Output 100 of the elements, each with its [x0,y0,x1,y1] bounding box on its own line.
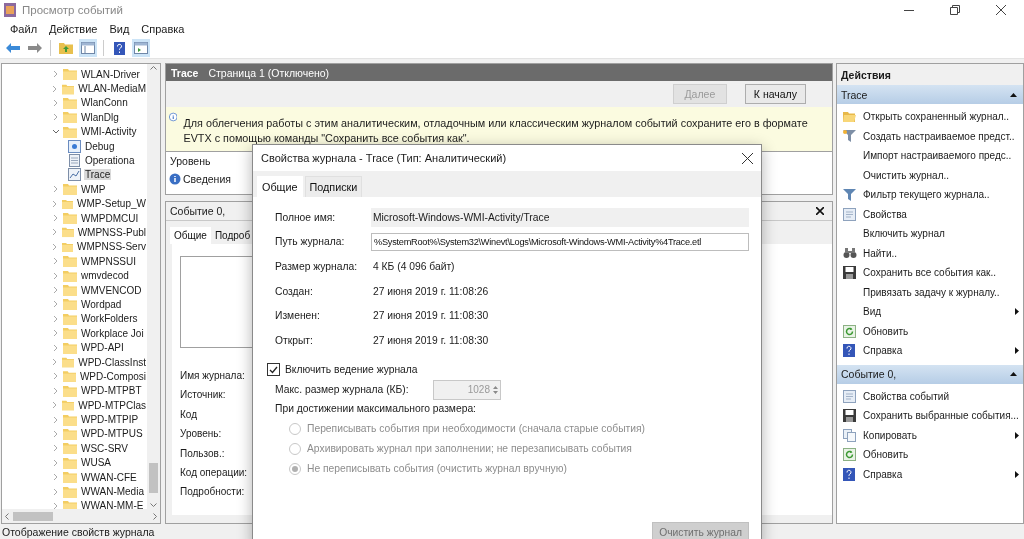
property-value: 4 КБ (4 096 байт) [372,261,455,272]
action-item[interactable]: Сохранить все события как.. [837,263,1023,283]
nav-button[interactable]: К началу [744,84,806,104]
tab[interactable]: Подроб [210,227,255,244]
minimize-icon[interactable] [904,9,914,11]
collapse-icon[interactable] [1010,92,1017,97]
folder-icon [63,255,77,268]
action-item[interactable]: Привязать задачу к журналу.. [837,282,1023,302]
tree-item[interactable]: WorkFolders [80,313,139,325]
scroll-right-icon[interactable] [153,512,157,520]
action-item[interactable]: Вид [837,302,1023,322]
log-icon [68,168,81,182]
path-field[interactable]: %SystemRoot%\System32\Winevt\Logs\Microsoft-Windows-WMI-Activity%4Trace.etl [371,232,749,251]
tree-item[interactable]: WMP-Setup_W [76,198,147,210]
action-item[interactable]: Импорт настраиваемого предс.. [837,146,1023,166]
tree-item[interactable]: WMPNSSUI [80,255,137,267]
folder-icon [63,384,77,397]
tree-item[interactable]: WPD-MTPIP [80,414,140,426]
tree-item[interactable]: WLAN-Driver [80,68,141,80]
scroll-thumb[interactable] [149,463,158,493]
tree-item[interactable]: WSC-SRV [80,442,130,454]
folder-icon [63,125,77,138]
tree-item[interactable]: wmvdecod [80,270,130,282]
tab[interactable]: Подписки [304,176,363,197]
tree-item[interactable]: WPD-MTPUS [80,428,144,440]
tree-item[interactable]: WMPNSS-Serv [76,241,147,253]
tree-item[interactable]: WWAN-Media [80,486,145,497]
action-item[interactable]: Обновить [837,445,1023,465]
section-title: Событие 0, [841,368,897,380]
property-label: Путь журнала: [274,236,346,248]
action-item[interactable]: Включить журнал [837,224,1023,244]
action-pane-button[interactable] [132,39,150,57]
close-icon[interactable] [996,5,1006,15]
action-item[interactable]: Копировать [837,425,1023,445]
help-icon [843,344,855,358]
folder-icon [62,356,75,368]
action-item[interactable]: Найти.. [837,243,1023,263]
field-label: Имя журнала: [180,370,245,383]
collapse-icon[interactable] [1010,372,1017,376]
tree-item[interactable]: WMVENCOD [80,284,143,296]
tree-item[interactable]: WPD-Composi [78,370,147,382]
scroll-thumb[interactable] [13,511,53,521]
tree-item[interactable]: WMP [80,183,107,195]
scrollbar[interactable] [147,64,160,509]
menu-item[interactable]: Справка [135,23,191,35]
action-item[interactable]: Сохранить выбранные события... [837,406,1023,426]
tab[interactable]: Общие [170,227,211,244]
checkbox-label: Включить ведение журнала [285,364,418,376]
scroll-up-icon[interactable] [150,66,157,70]
section-header[interactable]: Событие 0, [837,364,1023,384]
action-item[interactable]: Обновить [837,321,1023,341]
tree-item[interactable]: Operationa [84,155,136,167]
field-label: Источник: [180,389,226,403]
action-item[interactable]: Фильтр текущего журнала.. [837,185,1023,205]
folder-icon [63,485,77,498]
folder-icon [63,68,77,81]
close-button[interactable] [816,205,824,217]
column-header[interactable]: Уровень [170,155,211,167]
close-icon[interactable] [742,152,753,164]
checkbox[interactable] [267,363,280,377]
menu-item[interactable]: Действие [43,23,104,35]
chevron-down-icon[interactable] [52,128,60,135]
action-item[interactable]: Очистить журнал.. [837,165,1023,185]
tree-item[interactable]: WPD-API [80,342,125,354]
tree-item[interactable]: WlanConn [80,97,129,109]
actions-title: Действия [837,64,1023,85]
tree-item[interactable]: WWAN-MM-E [80,500,145,509]
scroll-down-icon[interactable] [150,503,157,507]
action-item[interactable]: Открыть сохраненный журнал.. [837,107,1023,127]
restore-icon[interactable] [950,5,960,15]
action-item[interactable]: Свойства [837,204,1023,224]
tree-item[interactable]: WWAN-CFE [80,471,138,483]
tree-item[interactable]: WMPDMCUI [80,212,140,224]
property-label: Полное имя: [274,211,337,223]
scroll-left-icon[interactable] [5,512,9,520]
scrollbar[interactable] [2,509,160,523]
tree-item[interactable]: WLAN-MediaM [77,83,147,95]
menu-item[interactable]: Файл [4,23,44,35]
tree-item[interactable]: Wordpad [80,298,123,310]
action-item[interactable]: Свойства событий [837,386,1023,406]
section-header[interactable]: Trace [837,85,1023,104]
tree-item[interactable]: Workplace Joi [80,327,145,339]
tree-item[interactable]: WPD-MTPClas [77,399,147,411]
console-tree-button[interactable] [79,39,97,57]
tree-item[interactable]: Trace [84,169,112,181]
action-item[interactable]: Создать настраиваемое предст.. [837,126,1023,146]
tree-item[interactable]: WMI-Activity [80,126,138,138]
tab[interactable]: Общие [257,176,303,197]
tree-item[interactable]: WMPNSS-Publ [76,227,147,238]
save-icon [843,266,856,280]
tree-item[interactable]: Debug [84,140,116,152]
tree-item[interactable]: WlanDlg [80,111,120,123]
tree-item[interactable]: WPD-ClassInst [77,356,147,368]
menu-item[interactable]: Вид [103,23,136,35]
property-label: Создан: [274,285,314,297]
action-item[interactable]: Справка [837,341,1023,361]
tree-item[interactable]: WUSA [80,457,112,469]
tree-item[interactable]: WPD-MTPBT [80,385,143,397]
action-item[interactable]: Справка [837,464,1023,484]
folder-icon [63,341,77,354]
